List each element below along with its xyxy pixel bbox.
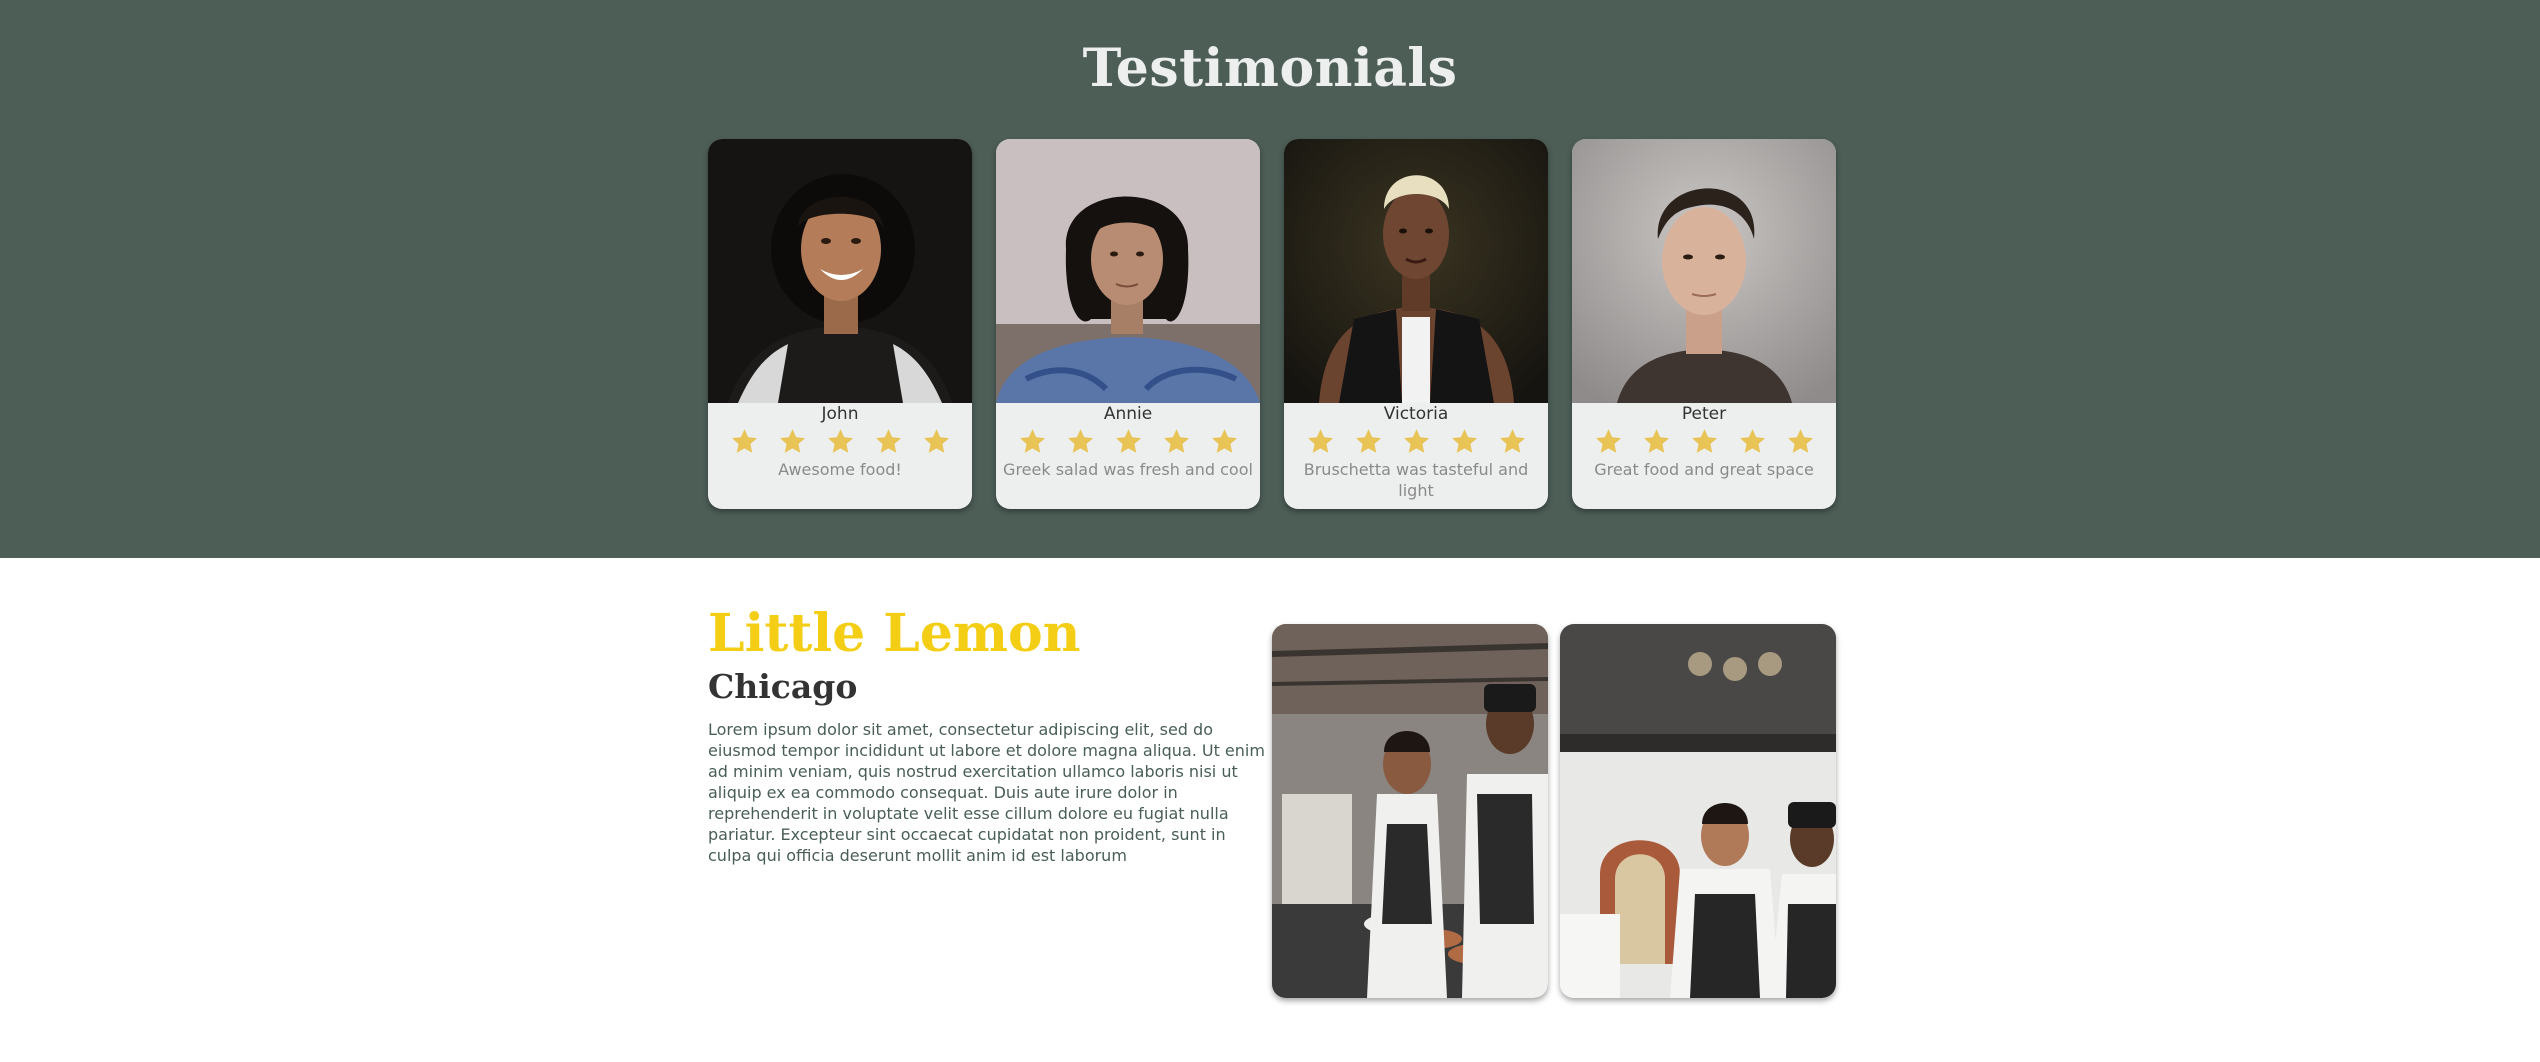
restaurant-name: Little Lemon <box>708 603 1081 664</box>
star-icon <box>1115 428 1141 453</box>
star-icon <box>779 428 805 453</box>
review-text: Greek salad was fresh and cool <box>1003 460 1253 479</box>
customer-name: Victoria <box>1383 404 1449 424</box>
star-rating <box>708 425 972 457</box>
star-icon <box>1787 428 1813 453</box>
star-icon <box>1163 428 1189 453</box>
review-text: Great food and great space <box>1594 460 1814 479</box>
testimonial-card: Peter Great food and great space <box>1572 139 1836 509</box>
customer-name: John <box>821 404 859 424</box>
customer-photo <box>996 139 1260 403</box>
testimonial-card: Annie Greek salad was fresh and cool <box>996 139 1260 509</box>
review-text: Bruschetta was tasteful and light <box>1303 460 1529 500</box>
about-description: Lorem ipsum dolor sit amet, consectetur … <box>708 720 1265 865</box>
testimonial-card: John Awesome food! <box>708 139 972 509</box>
star-rating <box>1572 425 1836 457</box>
testimonial-card: Victoria Bruschetta was tasteful and lig… <box>1284 139 1548 509</box>
star-icon <box>1595 428 1621 453</box>
star-icon <box>1307 428 1333 453</box>
testimonial-cards: John Awesome food! Annie Greek salad was… <box>708 139 1836 509</box>
star-icon <box>1739 428 1765 453</box>
star-icon <box>1403 428 1429 453</box>
star-icon <box>1355 428 1381 453</box>
testimonials-heading: Testimonials <box>1082 38 1458 99</box>
review-text: Awesome food! <box>778 460 902 479</box>
chefs-photo <box>1272 624 1548 998</box>
star-icon <box>875 428 901 453</box>
star-icon <box>1451 428 1477 453</box>
testimonials-section: Testimonials John Awesome food! Annie Gr… <box>0 0 2540 558</box>
star-icon <box>1643 428 1669 453</box>
customer-photo <box>708 139 972 403</box>
customer-photo <box>1284 139 1548 403</box>
chefs-photo <box>1560 624 1836 998</box>
star-icon <box>731 428 757 453</box>
customer-name: Peter <box>1681 404 1727 424</box>
customer-name: Annie <box>1103 404 1153 424</box>
star-icon <box>1067 428 1093 453</box>
star-icon <box>1691 428 1717 453</box>
star-icon <box>1211 428 1237 453</box>
customer-photo <box>1572 139 1836 403</box>
restaurant-location: Chicago <box>708 667 858 706</box>
star-icon <box>1499 428 1525 453</box>
star-rating <box>1284 425 1548 457</box>
star-icon <box>923 428 949 453</box>
star-icon <box>827 428 853 453</box>
star-rating <box>996 425 1260 457</box>
star-icon <box>1019 428 1045 453</box>
